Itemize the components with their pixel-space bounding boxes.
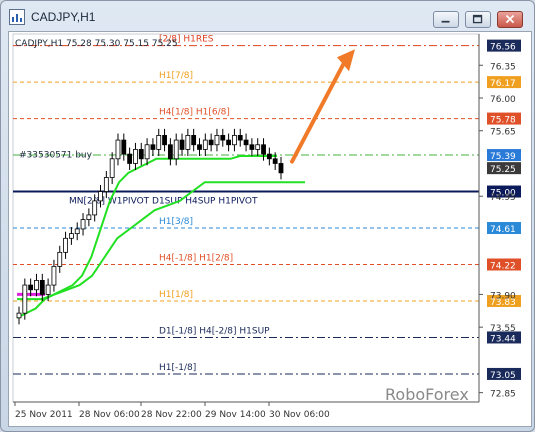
level-label: H1[1/8]: [159, 290, 193, 300]
price-tick-label: 76.35: [490, 62, 516, 72]
candle-body: [121, 139, 127, 155]
candle-body: [255, 144, 261, 150]
price-box-label: 75.25: [490, 165, 516, 175]
price-box-label: 74.61: [490, 225, 516, 235]
price-tick-label: 73.90: [490, 291, 516, 301]
candle-body: [39, 279, 45, 295]
candle-body: [133, 149, 138, 164]
arrow-shaft: [290, 57, 348, 164]
candle-body: [74, 228, 80, 235]
candle-body: [144, 144, 150, 160]
x-tick-label: 30 Nov 06:00: [269, 410, 330, 420]
candle-body: [80, 219, 86, 230]
level-label: H1[3/8]: [159, 217, 193, 227]
price-tick-label: 75.65: [490, 128, 516, 138]
chart-icon: [9, 9, 25, 25]
title-bar[interactable]: CADJPY,H1: [1, 1, 534, 35]
close-icon: [505, 14, 515, 24]
maximize-icon: [472, 14, 483, 24]
candle-body: [179, 139, 185, 150]
candle-body: [138, 149, 144, 160]
candle-body: [86, 214, 92, 220]
candle-body: [22, 284, 28, 314]
level-label: H4[1/8] H1[6/8]: [159, 108, 230, 118]
price-box-label: 75.39: [490, 152, 516, 162]
candle-body: [34, 279, 39, 291]
candle-body: [278, 163, 284, 174]
price-box-label: 73.44: [490, 334, 516, 344]
candle-body: [191, 135, 197, 146]
candle-body: [208, 139, 214, 146]
candle-body: [226, 139, 232, 146]
price-box-label: 76.17: [490, 79, 516, 89]
candle-body: [237, 135, 243, 141]
candle-body: [197, 144, 202, 150]
candle-body: [57, 251, 63, 267]
candle-body: [103, 177, 109, 192]
candle-body: [266, 153, 272, 160]
level-label: MN[2/8] W1PIVOT D1SUP H4SUP H1PIVOT: [69, 197, 258, 207]
candle-body: [63, 237, 68, 253]
candle-body: [16, 312, 22, 319]
candle-body: [127, 153, 133, 164]
watermark: RoboForex: [385, 385, 469, 404]
candle-body: [69, 233, 74, 239]
candle-body: [92, 200, 98, 216]
level-label: H1[-1/8]: [159, 363, 196, 373]
price-tick-label: 72.85: [490, 390, 516, 400]
price-scale: 76.5676.1775.7875.3975.2575.0074.6174.22…: [478, 34, 521, 402]
price-box-label: 73.05: [490, 371, 516, 381]
minimize-button[interactable]: [433, 11, 459, 28]
candle-body: [51, 265, 57, 286]
x-tick-label: 29 Nov 14:00: [205, 410, 266, 420]
price-chart: [2/8] H1RESH1[7/8]H4[1/8] H1[6/8]MN[2/8]…: [12, 33, 521, 420]
chart-area[interactable]: [2/8] H1RES H1[7/8] H4[1/8] H1[6/8] MN[2/8]…: [8, 31, 532, 427]
price-box-label: 75.78: [490, 116, 516, 126]
chart-window: CADJPY,H1 [2/8] H1RES H1[7/8] H4[1/8] H1[6…: [0, 0, 535, 432]
candle-body: [185, 135, 191, 150]
candle-body: [214, 135, 220, 146]
x-tick-label: 28 Nov 22:00: [141, 410, 202, 420]
close-button[interactable]: [497, 11, 523, 28]
forecast-arrow: [290, 49, 355, 164]
candle-body: [249, 144, 255, 150]
candle-body: [272, 158, 278, 164]
x-axis: 25 Nov 2011 28 Nov 06:00 28 Nov 22:00 29 No…: [13, 401, 479, 420]
order-label: #33530571 buy: [19, 151, 93, 161]
level-label: H1[7/8]: [159, 71, 193, 81]
level-label: H4[-1/8] H1[2/8]: [159, 253, 233, 263]
window-title: CADJPY,H1: [31, 10, 96, 24]
level-label: D1[-1/8] H4[-2/8] H1SUP: [159, 326, 270, 336]
candle-body: [202, 139, 208, 150]
candle-body: [173, 139, 179, 160]
candle-body: [261, 144, 266, 155]
candle-body: [162, 135, 167, 146]
x-tick-label: 28 Nov 06:00: [79, 410, 140, 420]
symbol-info: CADJPY,H1 75.28 75.30 75.15 75.25: [15, 39, 178, 49]
price-tick-label: 74.95: [490, 193, 516, 203]
candle-body: [98, 191, 103, 202]
price-tick-label: 76.00: [490, 95, 516, 105]
candle-body: [156, 135, 162, 150]
price-tick-label: 73.55: [490, 324, 516, 334]
maximize-button[interactable]: [465, 11, 491, 28]
candle-body: [109, 158, 115, 178]
price-box-label: 74.22: [490, 261, 516, 271]
price-box-label: 76.56: [490, 43, 516, 53]
candle-body: [232, 135, 237, 146]
candle-body: [243, 139, 249, 146]
candle-body: [167, 144, 173, 160]
candle-body: [220, 135, 226, 141]
candle-body: [28, 284, 34, 291]
candle-body: [45, 284, 51, 295]
minimize-icon: [441, 20, 450, 23]
candle-body: [150, 144, 156, 150]
x-tick-label: 25 Nov 2011: [15, 410, 73, 420]
candle-body: [115, 139, 121, 160]
